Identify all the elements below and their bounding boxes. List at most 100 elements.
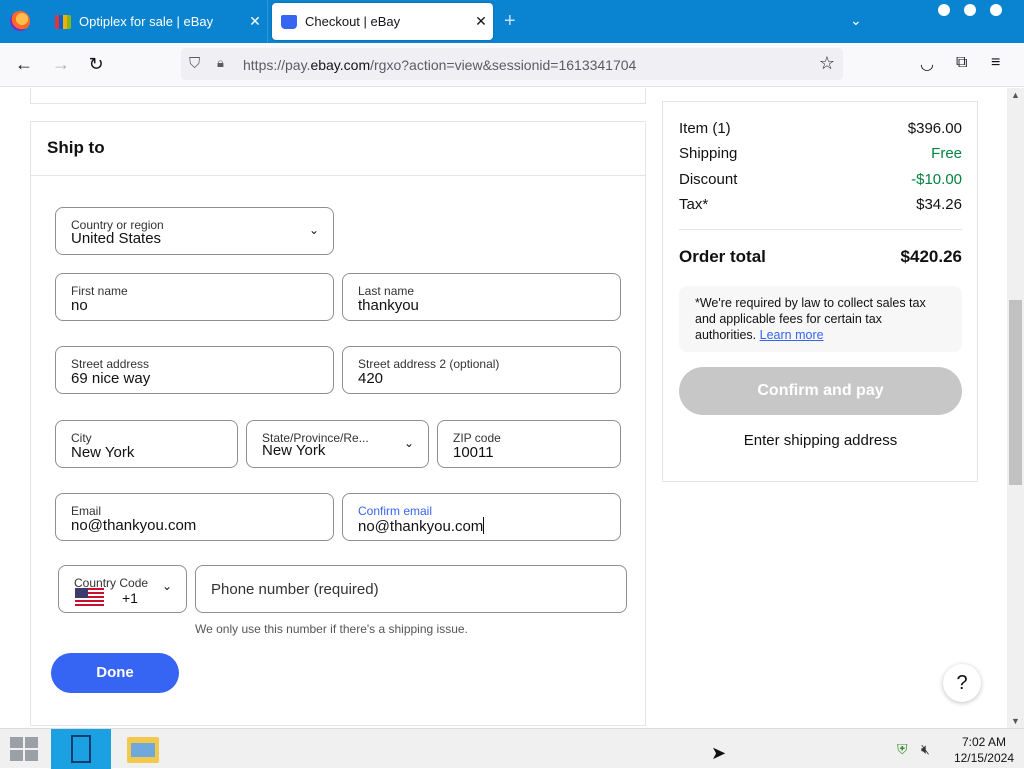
back-arrow-icon[interactable]: ← — [13, 54, 35, 75]
field-label: City — [71, 431, 92, 445]
taskbar: ➤ ⛨ 🔇︎ 7:02 AM 12/15/2024 — [0, 728, 1024, 769]
learn-more-link[interactable]: Learn more — [760, 328, 824, 342]
navigation-toolbar: ← → ↻ ⛉ 🔒︎ https://pay.ebay.com/rgxo?act… — [0, 43, 1024, 87]
order-total-row: Order total $420.26 — [679, 247, 962, 267]
field-label: Email — [71, 504, 102, 518]
field-label: Street address — [71, 357, 150, 371]
us-flag-icon — [75, 588, 104, 607]
field-label: Last name — [358, 284, 415, 298]
field-value: 69 nice way — [71, 370, 151, 387]
clock-date: 12/15/2024 — [953, 751, 1014, 765]
taskbar-app-tablet-icon[interactable] — [51, 729, 111, 769]
text-caret — [483, 517, 485, 534]
minimize-button[interactable] — [938, 4, 950, 16]
vertical-scrollbar[interactable]: ▲ ▼ — [1007, 88, 1024, 728]
tax-label: Tax* — [679, 196, 709, 213]
extensions-icon[interactable]: ⧉ — [956, 54, 967, 72]
city-field[interactable]: City New York — [55, 420, 238, 468]
first-name-field[interactable]: First name no — [55, 273, 334, 321]
discount-value: -$10.00 — [911, 171, 962, 188]
tab-strip: Optiplex for sale | eBay ✕ Checkout | eB… — [0, 0, 1024, 43]
tab-title: Optiplex for sale | eBay — [79, 14, 214, 29]
field-value: New York — [262, 442, 326, 459]
chevron-down-icon: ⌄ — [308, 223, 319, 237]
forward-arrow-icon[interactable]: → — [50, 54, 72, 75]
field-value: no@thankyou.com — [358, 518, 484, 535]
field-value: no@thankyou.com — [71, 517, 197, 534]
discount-row: Discount -$10.00 — [679, 171, 962, 188]
discount-label: Discount — [679, 171, 738, 188]
ebay-favicon-icon — [55, 14, 71, 29]
new-tab-button[interactable]: + — [504, 10, 516, 33]
close-tab-icon[interactable]: ✕ — [243, 13, 267, 30]
address-bar[interactable]: ⛉ 🔒︎ https://pay.ebay.com/rgxo?action=vi… — [181, 48, 843, 80]
order-total-value: $420.26 — [900, 247, 962, 266]
scroll-down-icon[interactable]: ▼ — [1011, 716, 1020, 726]
menu-hamburger-icon[interactable]: ≡ — [991, 54, 1000, 72]
scroll-up-icon[interactable]: ▲ — [1011, 90, 1020, 100]
bookmark-star-icon[interactable]: ☆ — [819, 53, 835, 74]
field-value: United States — [71, 230, 162, 247]
help-button[interactable]: ? — [943, 664, 981, 702]
speaker-muted-icon[interactable]: 🔇︎ — [921, 741, 930, 758]
email-field[interactable]: Email no@thankyou.com — [55, 493, 334, 541]
phone-number-field[interactable]: Phone number (required) — [195, 565, 627, 613]
confirm-and-pay-button[interactable]: Confirm and pay — [679, 367, 962, 415]
zip-code-field[interactable]: ZIP code 10011 — [437, 420, 621, 468]
reload-icon[interactable]: ↻ — [85, 54, 107, 75]
field-value: 10011 — [453, 444, 494, 461]
previous-section-card — [30, 88, 646, 104]
field-label: Street address 2 (optional) — [358, 357, 500, 371]
field-value: 420 — [358, 370, 384, 387]
street-address-field[interactable]: Street address 69 nice way — [55, 346, 334, 394]
country-select[interactable]: Country or region United States ⌄ — [55, 207, 334, 255]
page-content: Ship to Country or region United States … — [0, 88, 1007, 728]
firefox-icon[interactable] — [10, 11, 30, 31]
list-all-tabs-chevron-icon[interactable]: ⌄ — [850, 12, 862, 29]
tab-optiplex[interactable]: Optiplex for sale | eBay ✕ — [46, 0, 268, 43]
field-label: ZIP code — [453, 431, 501, 445]
last-name-field[interactable]: Last name thankyou — [342, 273, 621, 321]
chevron-down-icon: ⌄ — [161, 579, 172, 593]
street-address-2-field[interactable]: Street address 2 (optional) 420 — [342, 346, 621, 394]
tax-row: Tax* $34.26 — [679, 196, 962, 213]
confirm-email-field[interactable]: Confirm email no@thankyou.com — [342, 493, 621, 541]
maximize-button[interactable] — [964, 4, 976, 16]
shipping-value: Free — [931, 145, 962, 162]
field-value: thankyou — [358, 297, 419, 314]
window-controls — [938, 4, 1002, 16]
field-value-wrap: no@thankyou.com — [358, 517, 485, 535]
lock-icon[interactable]: 🔒︎ — [217, 55, 224, 71]
field-value: New York — [71, 444, 135, 461]
url-text[interactable]: https://pay.ebay.com/rgxo?action=view&se… — [243, 57, 636, 73]
tab-checkout[interactable]: Checkout | eBay ✕ — [272, 3, 493, 40]
phone-helper-text: We only use this number if there's a shi… — [195, 622, 468, 636]
mouse-pointer-icon: ➤ — [711, 743, 727, 763]
close-window-button[interactable] — [990, 4, 1002, 16]
field-label: Confirm email — [358, 504, 433, 518]
tracking-shield-icon[interactable]: ⛉ — [189, 55, 200, 72]
state-select[interactable]: State/Province/Re... New York ⌄ — [246, 420, 429, 468]
summary-divider — [679, 229, 962, 230]
chevron-down-icon: ⌄ — [403, 436, 414, 450]
done-button[interactable]: Done — [51, 653, 179, 693]
shipping-label: Shipping — [679, 145, 738, 162]
field-value: no — [71, 297, 88, 314]
phone-placeholder: Phone number (required) — [211, 581, 379, 598]
system-clock[interactable]: 7:02 AM 12/15/2024 — [954, 734, 1014, 766]
scrollbar-thumb[interactable] — [1009, 300, 1022, 485]
close-tab-icon[interactable]: ✕ — [469, 13, 493, 30]
windows-start-icon[interactable] — [10, 737, 40, 761]
security-shield-icon[interactable]: ⛨ — [897, 741, 908, 758]
pocket-icon[interactable]: ◡ — [920, 54, 934, 74]
shipping-row: Shipping Free — [679, 145, 962, 162]
order-summary-card: Item (1) $396.00 Shipping Free Discount … — [662, 101, 978, 482]
tax-notice: *We're required by law to collect sales … — [679, 286, 962, 352]
ship-to-card: Ship to Country or region United States … — [30, 121, 646, 726]
shopping-bag-favicon-icon — [281, 14, 297, 29]
country-code-value: +1 — [122, 590, 138, 606]
file-explorer-icon[interactable] — [127, 737, 159, 763]
item-row: Item (1) $396.00 — [679, 120, 962, 137]
country-code-select[interactable]: Country Code +1 ⌄ — [58, 565, 187, 613]
clock-time: 7:02 AM — [961, 735, 1006, 749]
